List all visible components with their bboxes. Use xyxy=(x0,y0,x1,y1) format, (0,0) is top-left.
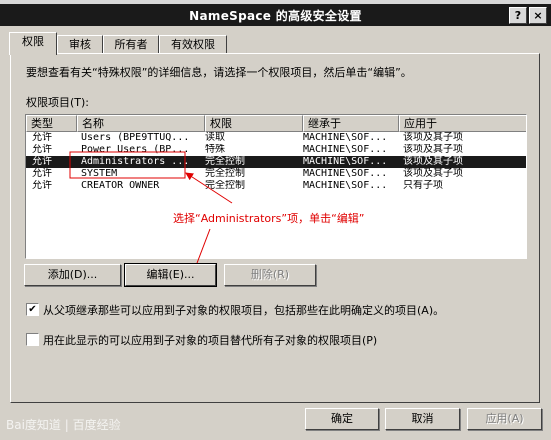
tab-permissions[interactable]: 权限 xyxy=(9,32,57,55)
inherit-checkbox[interactable]: ✔ xyxy=(26,303,39,316)
highlight-box xyxy=(69,151,186,179)
dialog-body: 权限 审核 所有者 有效权限 要想查看有关“特殊权限”的详细信息，请选择一个权限… xyxy=(0,26,551,440)
window-title: NameSpace 的高级安全设置 xyxy=(189,9,362,23)
edit-button[interactable]: 编辑(E)... xyxy=(124,263,217,287)
inherit-checkbox-label[interactable]: 从父项继承那些可以应用到子对象的权限项目，包括那些在此明确定义的项目(A)。 xyxy=(43,302,444,318)
ok-button[interactable]: 确定 xyxy=(305,408,379,430)
annotation-arrow xyxy=(185,172,233,204)
annotation-overlay xyxy=(69,151,233,272)
watermark: Bai度知道 | 百度经验 xyxy=(6,418,121,432)
replace-checkbox-label[interactable]: 用在此显示的可以应用到子对象的项目替代所有子对象的权限项目(P) xyxy=(43,332,377,348)
cancel-button[interactable]: 取消 xyxy=(385,408,460,430)
add-button[interactable]: 添加(D)... xyxy=(24,264,121,286)
title-bar: NameSpace 的高级安全设置 ? × xyxy=(0,4,551,26)
replace-checkbox[interactable] xyxy=(26,333,39,346)
close-button[interactable]: × xyxy=(529,7,547,24)
annotation-text: 选择“Administrators”项，单击“编辑” xyxy=(173,212,365,225)
help-button[interactable]: ? xyxy=(509,7,527,24)
apply-button[interactable]: 应用(A) xyxy=(467,408,542,430)
remove-button[interactable]: 删除(R) xyxy=(224,264,316,286)
